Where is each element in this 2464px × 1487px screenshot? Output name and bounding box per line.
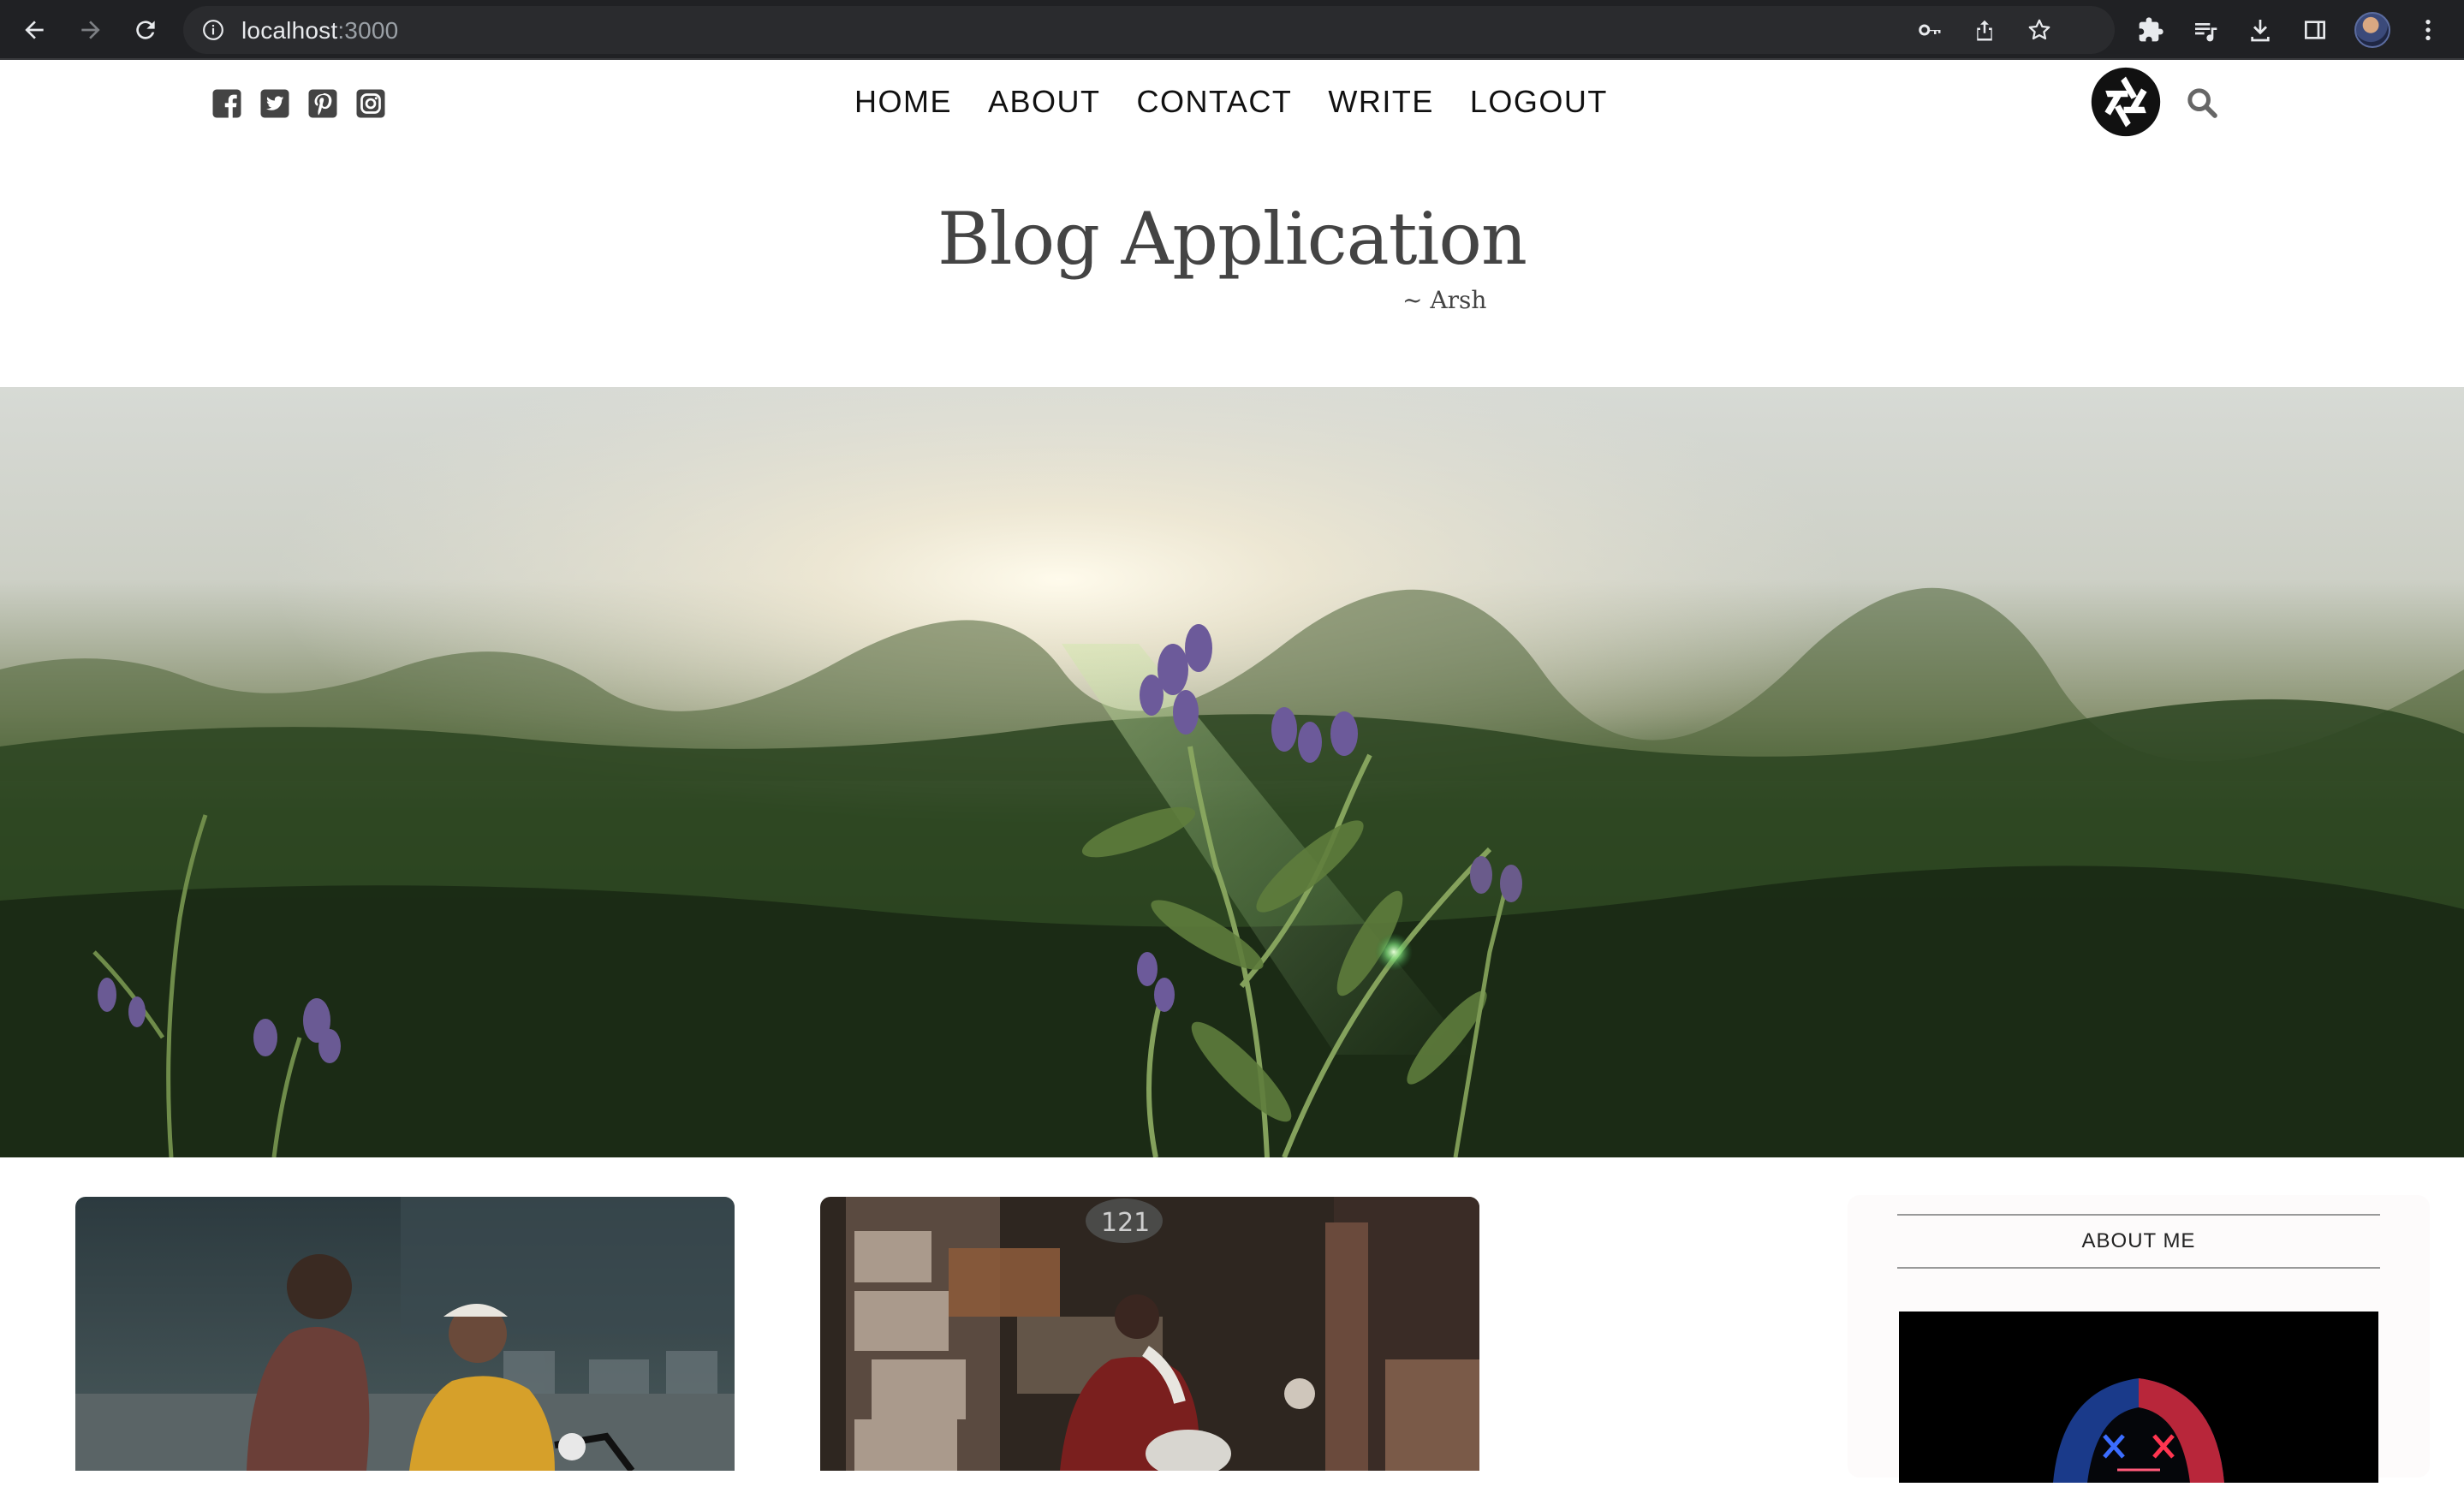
post-2-market-photo: 121 [820,1197,1479,1471]
share-button[interactable] [1971,16,1998,44]
search-icon[interactable] [2185,86,2219,120]
media-control-button[interactable] [2190,15,2221,45]
share-icon [1977,20,1992,41]
chrome-menu-button[interactable] [2413,15,2443,45]
extensions-button[interactable] [2135,15,2166,45]
sidebar-title: ABOUT ME [1897,1214,2380,1269]
key-icon [1919,24,1941,36]
main-menu: HOME ABOUT CONTACT WRITE LOGOUT [854,84,1608,120]
menu-item-home[interactable]: HOME [854,84,952,120]
pinterest-icon [308,89,337,118]
pinterest-link[interactable] [307,87,339,120]
header-titles: Blog Application ~ Arsh [0,197,2464,314]
site-topbar: HOME ABOUT CONTACT WRITE LOGOUT [0,62,2464,147]
facebook-link[interactable] [211,87,243,120]
hero-flower-field-image [0,387,2464,1157]
url-text[interactable]: localhost:3000 [241,17,398,45]
menu-item-write[interactable]: WRITE [1328,84,1433,120]
twitter-icon [260,89,289,118]
post-card-1-image[interactable] [75,1197,735,1471]
twitter-link[interactable] [259,87,291,120]
browser-toolbar: localhost:3000 [0,0,2464,60]
bookmark-star-button[interactable] [2026,16,2053,44]
site-title: Blog Application [937,197,1527,281]
post-card-2-image[interactable]: 121 [820,1197,1479,1471]
download-icon [2251,20,2270,42]
address-bar[interactable]: localhost:3000 [183,6,2115,54]
header-hero-image [0,387,2464,1157]
puzzle-icon [2139,17,2163,42]
playlist-icon [2195,23,2217,42]
downloads-button[interactable] [2245,15,2276,45]
back-arrow-icon [25,21,44,39]
menu-item-contact[interactable]: CONTACT [1137,84,1293,120]
about-me-image [1899,1312,2378,1483]
instagram-icon [356,89,385,118]
star-icon [2028,19,2050,40]
more-vertical-icon [2425,20,2431,40]
side-panel-icon [2305,21,2325,39]
instagram-link[interactable] [354,87,387,120]
reload-icon [136,21,155,39]
facebook-icon [212,89,241,118]
site-info-icon[interactable] [202,19,224,41]
sidebar: ABOUT ME [1848,1195,2430,1483]
post-1-street-photo [75,1197,735,1471]
menu-item-about[interactable]: ABOUT [988,84,1101,120]
profile-avatar[interactable] [2354,12,2390,48]
password-key-button[interactable] [1916,16,1943,44]
hooded-figure-image [1899,1312,2378,1483]
menu-item-logout[interactable]: LOGOUT [1470,84,1608,120]
post-2-sign-number: 121 [1101,1208,1150,1238]
forward-arrow-icon [81,21,100,39]
site-subtitle: ~ Arsh [1402,286,1487,314]
back-button[interactable] [15,11,53,49]
url-host: localhost [241,17,338,44]
url-port: :3000 [337,17,399,44]
aperture-avatar-icon[interactable] [2091,67,2161,137]
reload-button[interactable] [127,11,164,49]
social-links [211,87,387,120]
forward-button[interactable] [72,11,110,49]
side-panel-button[interactable] [2300,15,2330,45]
